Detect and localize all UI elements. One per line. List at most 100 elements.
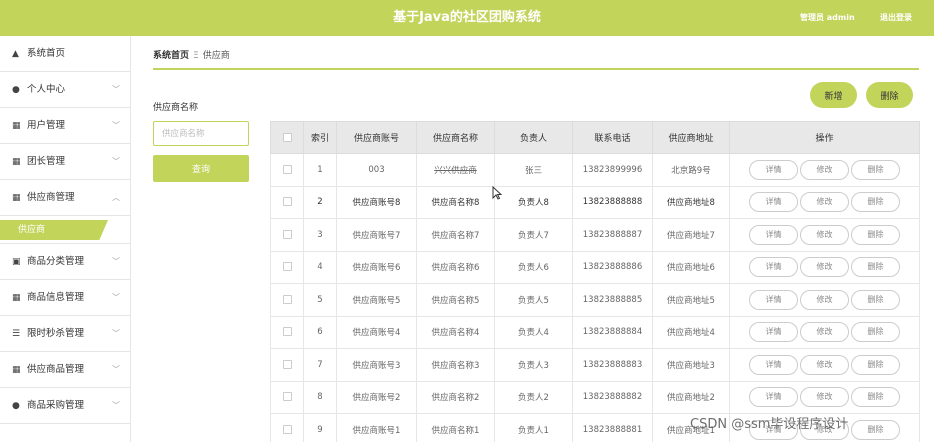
edit-button[interactable]: 修改 (800, 387, 849, 408)
row-checkbox[interactable] (282, 164, 292, 174)
table-row: 4 供应商账号6 供应商名称6 负责人6 13823888886 供应商地址6 详情 修改 删除 (270, 250, 920, 284)
sidebar-item-supplier-products[interactable]: ▦ 供应商品管理 ﹀ (0, 352, 130, 388)
delete-button[interactable]: 删除 (851, 192, 900, 213)
edit-button[interactable]: 修改 (800, 224, 849, 245)
sidebar-item-home[interactable]: ▲ 系统首页 (0, 36, 130, 72)
edit-button[interactable]: 修改 (800, 354, 849, 375)
cell-address: 北京路9号 (652, 153, 730, 187)
row-checkbox[interactable] (282, 229, 292, 239)
cell-name: 供应商名称1 (416, 413, 495, 442)
cell-phone: 13823899996 (572, 153, 653, 187)
edit-button[interactable]: 修改 (800, 322, 849, 343)
detail-button[interactable]: 详情 (749, 159, 798, 180)
sidebar-item-label: 个人中心 (27, 84, 66, 95)
delete-button[interactable]: 删除 (851, 419, 900, 440)
grid-icon: ▦ (12, 365, 21, 375)
table-row: 8 供应商账号2 供应商名称2 负责人2 13823888882 供应商地址2 详情 修改 删除 (270, 380, 920, 414)
column-header: 负责人 (494, 121, 573, 154)
row-checkbox[interactable] (282, 197, 292, 207)
sidebar-item-label: 供应商管理 (27, 192, 75, 203)
grid-icon: ▦ (12, 157, 21, 167)
detail-button[interactable]: 详情 (749, 322, 798, 343)
sidebar-item-label: 限时秒杀管理 (27, 328, 85, 339)
delete-button[interactable]: 删除 (851, 159, 900, 180)
sidebar-item-categories[interactable]: ▣ 商品分类管理 ﹀ (0, 244, 130, 280)
select-all-checkbox[interactable] (282, 132, 292, 142)
detail-button[interactable]: 详情 (749, 257, 798, 278)
cell-account: 供应商账号1 (336, 413, 417, 442)
sidebar-item-users[interactable]: ▦ 用户管理 ﹀ (0, 108, 130, 144)
row-checkbox[interactable] (282, 392, 292, 402)
chevron-down-icon: ﹀ (112, 257, 120, 266)
sidebar-item-label: 用户管理 (27, 120, 66, 131)
detail-button[interactable]: 详情 (749, 192, 798, 213)
cell-address: 供应商地址4 (652, 315, 730, 349)
row-checkbox[interactable] (282, 327, 292, 337)
cell-manager: 负责人2 (494, 380, 573, 414)
row-checkbox[interactable] (282, 424, 292, 434)
sidebar-item-flash-sale[interactable]: ☰ 限时秒杀管理 ﹀ (0, 316, 130, 352)
cell-name: 兴兴供应商 (416, 153, 495, 187)
detail-button[interactable]: 详情 (749, 387, 798, 408)
cell-address: 供应商地址2 (652, 380, 730, 414)
delete-button[interactable]: 删除 (851, 257, 900, 278)
detail-button[interactable]: 详情 (749, 224, 798, 245)
row-checkbox[interactable] (282, 262, 292, 272)
delete-button[interactable]: 删除 (851, 387, 900, 408)
sidebar-item-products[interactable]: ▦ 商品信息管理 ﹀ (0, 280, 130, 316)
table-row: 2 供应商账号8 供应商名称8 负责人8 13823888888 供应商地址8 详情 修改 删除 (270, 185, 920, 219)
edit-button[interactable]: 修改 (800, 289, 849, 310)
sidebar-subitem-supplier[interactable]: 供应商 (0, 220, 108, 240)
delete-button[interactable]: 删除 (851, 354, 900, 375)
sidebar-item-suppliers[interactable]: ▦ 供应商管理 ︿ (0, 180, 130, 216)
chevron-down-icon: ﹀ (112, 365, 120, 374)
cell-actions: 详情 修改 删除 (729, 250, 920, 284)
grid-icon: ▦ (12, 193, 21, 203)
batch-delete-button[interactable]: 删除 (866, 82, 913, 108)
user-icon: ● (12, 401, 20, 411)
cell-index: 1 (303, 153, 337, 187)
breadcrumb-home[interactable]: 系统首页 (153, 51, 189, 61)
edit-button[interactable]: 修改 (800, 192, 849, 213)
detail-button[interactable]: 详情 (749, 289, 798, 310)
current-user: 管理员 admin (800, 13, 855, 22)
cell-account: 供应商账号7 (336, 218, 417, 252)
add-button[interactable]: 新增 (810, 82, 857, 108)
delete-button[interactable]: 删除 (851, 322, 900, 343)
cell-manager: 负责人6 (494, 250, 573, 284)
row-select-cell (270, 315, 304, 349)
query-button[interactable]: 查询 (153, 155, 249, 182)
cell-account: 003 (336, 153, 417, 187)
row-select-cell (270, 250, 304, 284)
sidebar: ▲ 系统首页 ● 个人中心 ﹀ ▦ 用户管理 ﹀ ▦ 团长管理 ﹀ ▦ 供应商管理 ︿ … (0, 36, 131, 442)
delete-button[interactable]: 删除 (851, 224, 900, 245)
select-all-cell (270, 121, 304, 154)
cell-address: 供应商地址6 (652, 250, 730, 284)
cell-manager: 张三 (494, 153, 573, 187)
row-checkbox[interactable] (282, 359, 292, 369)
logout-link[interactable]: 退出登录 (880, 0, 912, 36)
supplier-name-input[interactable] (153, 121, 249, 146)
cell-name: 供应商名称3 (416, 348, 495, 382)
breadcrumb: 系统首页 Ξ 供应商 (153, 48, 230, 61)
cell-manager: 负责人5 (494, 283, 573, 317)
cell-account: 供应商账号2 (336, 380, 417, 414)
list-icon: ☰ (12, 329, 21, 339)
sidebar-item-group-leaders[interactable]: ▦ 团长管理 ﹀ (0, 144, 130, 180)
row-select-cell (270, 153, 304, 187)
row-checkbox[interactable] (282, 294, 292, 304)
cell-name: 供应商名称4 (416, 315, 495, 349)
cell-index: 2 (303, 185, 337, 219)
cell-index: 7 (303, 348, 337, 382)
edit-button[interactable]: 修改 (800, 159, 849, 180)
cell-address: 供应商地址8 (652, 185, 730, 219)
sidebar-item-purchasing[interactable]: ● 商品采购管理 ﹀ (0, 388, 130, 424)
user-icon: ● (12, 85, 20, 95)
row-select-cell (270, 348, 304, 382)
edit-button[interactable]: 修改 (800, 257, 849, 278)
cell-phone: 13823888882 (572, 380, 653, 414)
detail-button[interactable]: 详情 (749, 354, 798, 375)
delete-button[interactable]: 删除 (851, 289, 900, 310)
sidebar-item-personal-center[interactable]: ● 个人中心 ﹀ (0, 72, 130, 108)
sidebar-item-label: 商品采购管理 (27, 400, 85, 411)
